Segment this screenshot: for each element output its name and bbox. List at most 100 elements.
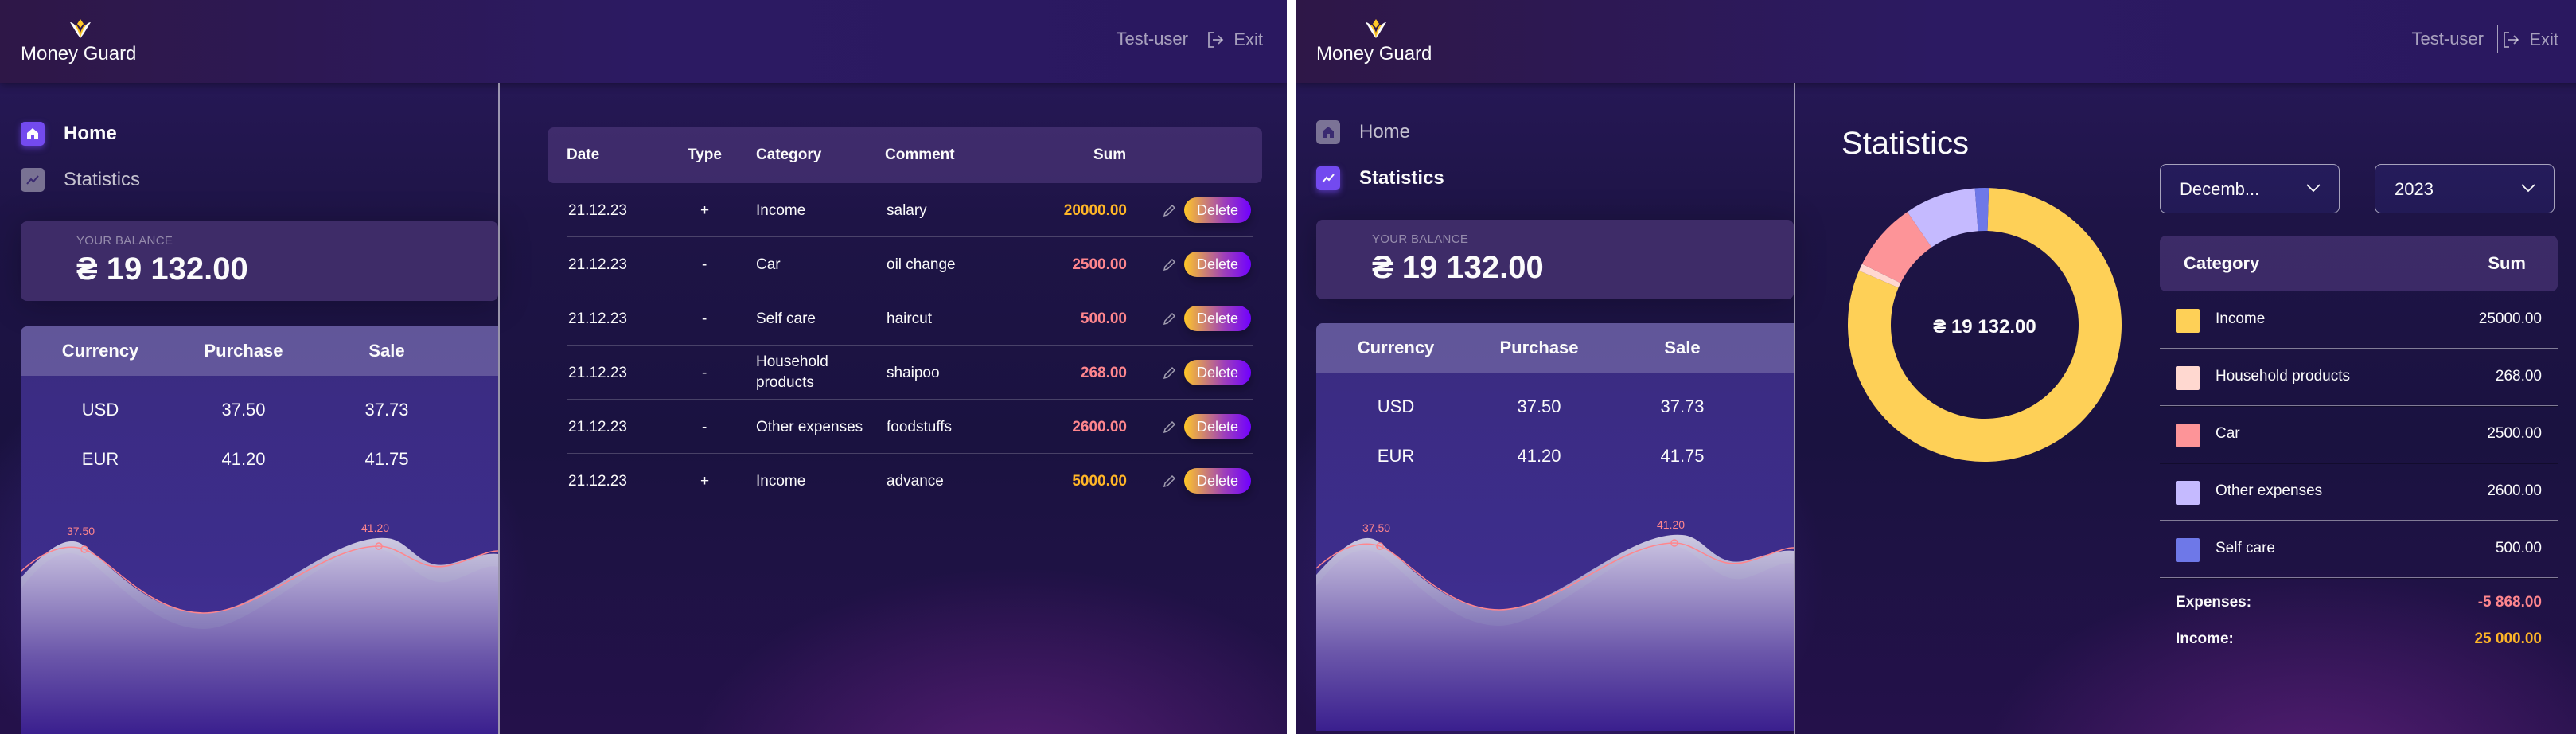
sidebar-divider [498,83,500,734]
currency-header: Currency Purchase Sale [21,326,498,376]
tx-header-type: Type [688,146,722,163]
page-title: Statistics [1841,126,1970,161]
month-select[interactable]: Decemb... [2160,164,2340,213]
tx-date: 21.12.23 [568,419,627,435]
tx-sum: 20000.00 [1063,202,1127,219]
category-swatch [2176,366,2200,390]
category-sum: 500.00 [2495,540,2542,556]
nav-label-home: Home [64,123,117,144]
tx-sum: 5000.00 [1072,473,1127,490]
exit-button[interactable]: Exit [2502,29,2558,51]
exit-label: Exit [2529,29,2558,49]
statistics-icon [21,168,45,192]
tx-date: 21.12.23 [568,365,627,381]
tx-sum: 2500.00 [1072,256,1127,273]
delete-button[interactable]: Delete [1184,468,1251,494]
logo[interactable]: Money Guard [21,16,148,64]
home-screen: Money Guard Test-user Exit Home Statisti… [0,0,1287,734]
edit-icon[interactable] [1162,202,1178,218]
exit-button[interactable]: Exit [1206,29,1263,51]
tx-comment: foodstuffs [887,419,953,435]
delete-button[interactable]: Delete [1184,414,1251,439]
chart-label-usd: 37.50 [67,525,95,537]
year-select[interactable]: 2023 [2375,164,2555,213]
tx-category: Other expenses [756,419,863,435]
user-name: Test-user [1116,29,1188,49]
currency-header: Currency Purchase Sale [1316,323,1794,373]
currency-chart: 37.50 41.20 [1316,518,1794,731]
edit-icon[interactable] [1162,473,1178,489]
currency-header-purchase: Purchase [204,341,283,361]
currency-eur-purchase: 41.20 [1517,446,1561,466]
income-label: Income: [2176,631,2234,647]
tx-category-line2: products [756,374,814,391]
category-sum: 2500.00 [2487,425,2542,442]
statistics-screen: Money Guard Test-user Exit Home Statisti… [1296,0,2576,734]
category-name: Household products [2216,368,2350,385]
tx-type: + [700,202,710,219]
tx-comment: shaipoo [887,365,940,381]
category-name: Car [2216,425,2240,442]
donut-center-balance: ₴ 19 132.00 [1933,316,2036,338]
edit-icon[interactable] [1162,310,1178,326]
logo-text: Money Guard [1316,43,1432,64]
tx-date: 21.12.23 [568,256,627,273]
currency-header-purchase: Purchase [1499,338,1579,357]
currency-usd-purchase: 37.50 [221,400,266,420]
list-item: Income 25000.00 [2160,291,2558,349]
expenses-label: Expenses: [2176,594,2252,611]
currency-usd-purchase: 37.50 [1517,396,1561,416]
balance-label: Your balance [1372,232,1469,246]
currency-chart: 37.50 41.20 [21,521,498,734]
category-sum: 268.00 [2495,368,2542,385]
currency-eur-code: EUR [81,449,119,469]
delete-button[interactable]: Delete [1184,197,1251,223]
delete-button[interactable]: Delete [1184,306,1251,331]
nav-item-home[interactable]: Home [1316,118,1410,146]
tx-header-sum: Sum [1093,146,1127,163]
category-table-header: Category Sum [2160,236,2558,291]
expenses-value: -5 868.00 [2477,594,2542,611]
tx-category: Car [756,256,781,273]
tx-type: - [702,310,707,327]
currency-header-currency: Currency [1357,338,1435,357]
list-item: Self care 500.00 [2160,521,2558,578]
category-name: Income [2216,310,2266,327]
balance-value: ₴ 19 132.00 [1372,250,1544,285]
tx-sum: 268.00 [1080,365,1127,381]
delete-button[interactable]: Delete [1184,252,1251,277]
currency-table: Currency Purchase Sale USD 37.50 37.73 E… [1316,323,1794,731]
transactions-header: Date Type Category Comment Sum [548,127,1262,183]
edit-icon[interactable] [1162,419,1178,435]
table-row: 21.12.23 - Other expenses foodstuffs 260… [567,400,1253,454]
nav-label-statistics: Statistics [1359,167,1444,189]
edit-icon[interactable] [1162,256,1178,272]
currency-eur-sale: 41.75 [364,449,409,469]
tx-category: Self care [756,310,816,327]
month-select-value: Decemb... [2180,179,2260,199]
tx-header-comment: Comment [885,146,955,163]
category-swatch [2176,309,2200,333]
tx-sum: 2600.00 [1072,419,1127,435]
chart-label-usd: 37.50 [1362,521,1390,534]
tx-header-date: Date [567,146,600,163]
nav-item-home[interactable]: Home [21,119,117,148]
tx-type: - [702,256,707,273]
nav-item-statistics[interactable]: Statistics [21,166,140,194]
logo-icon [1366,19,1386,38]
list-item: Household products 268.00 [2160,349,2558,406]
income-value: 25 000.00 [2474,631,2542,647]
delete-button[interactable]: Delete [1184,360,1251,385]
balance-label: Your balance [76,234,173,248]
tx-comment: oil change [887,256,956,273]
category-swatch [2176,424,2200,447]
currency-usd-sale: 37.73 [1660,396,1705,416]
donut-chart: ₴ 19 132.00 [1848,188,2122,462]
nav-item-statistics[interactable]: Statistics [1316,164,1444,193]
logo[interactable]: Money Guard [1316,16,1444,64]
edit-icon[interactable] [1162,365,1178,381]
app-header: Money Guard Test-user Exit [0,0,1287,83]
currency-header-currency: Currency [61,341,139,361]
tx-comment: advance [887,473,944,490]
currency-header-sale: Sale [1664,338,1701,357]
